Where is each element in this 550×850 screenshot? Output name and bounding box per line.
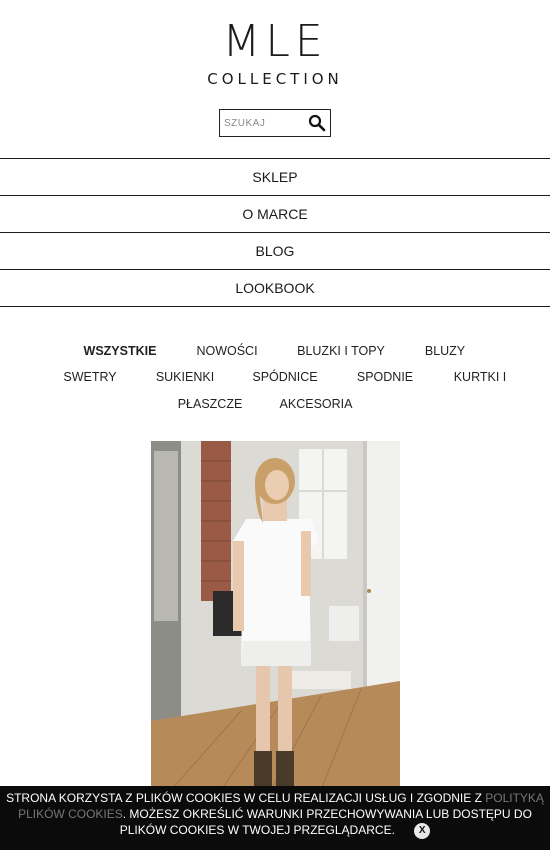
main-menu: SKLEP O MARCE BLOG LOOKBOOK	[0, 158, 550, 307]
search-icon[interactable]	[308, 114, 326, 132]
category-kurtki-i[interactable]: KURTKI I	[454, 370, 507, 384]
cookie-banner: STRONA KORZYSTA Z PLIKÓW COOKIES W CELU …	[0, 786, 550, 850]
category-spodnie[interactable]: SPODNIE	[357, 370, 413, 384]
menu-item-sklep[interactable]: SKLEP	[0, 159, 550, 196]
category-sukienki[interactable]: SUKIENKI	[156, 370, 214, 384]
search-box	[219, 109, 331, 137]
category-bluzki-i-topy[interactable]: BLUZKI I TOPY	[297, 344, 385, 358]
category-akcesoria[interactable]: AKCESORIA	[280, 397, 353, 411]
category-bluzy[interactable]: BLUZY	[425, 344, 465, 358]
brand-name: MLE	[222, 16, 328, 67]
category-swetry[interactable]: SWETRY	[63, 370, 116, 384]
category-plaszcze[interactable]: PŁASZCZE	[178, 397, 243, 411]
brand-subtitle: COLLECTION	[207, 70, 343, 88]
menu-item-blog[interactable]: BLOG	[0, 233, 550, 270]
brand-logo[interactable]: MLE COLLECTION	[0, 16, 550, 89]
category-nowosci[interactable]: NOWOŚCI	[196, 344, 257, 358]
product-photo	[151, 441, 400, 790]
menu-item-o-marce[interactable]: O MARCE	[0, 196, 550, 233]
cookie-text-before: STRONA KORZYSTA Z PLIKÓW COOKIES W CELU …	[6, 791, 486, 805]
menu-item-lookbook[interactable]: LOOKBOOK	[0, 270, 550, 307]
search-input[interactable]	[224, 114, 306, 132]
close-icon[interactable]: X	[414, 822, 431, 839]
category-wszystkie[interactable]: WSZYSTKIE	[84, 344, 157, 358]
cookie-text-after: . MOŻESZ OKREŚLIĆ WARUNKI PRZECHOWYWANIA…	[119, 807, 532, 837]
category-spodnice[interactable]: SPÓDNICE	[252, 370, 317, 384]
product-image[interactable]	[151, 441, 400, 790]
